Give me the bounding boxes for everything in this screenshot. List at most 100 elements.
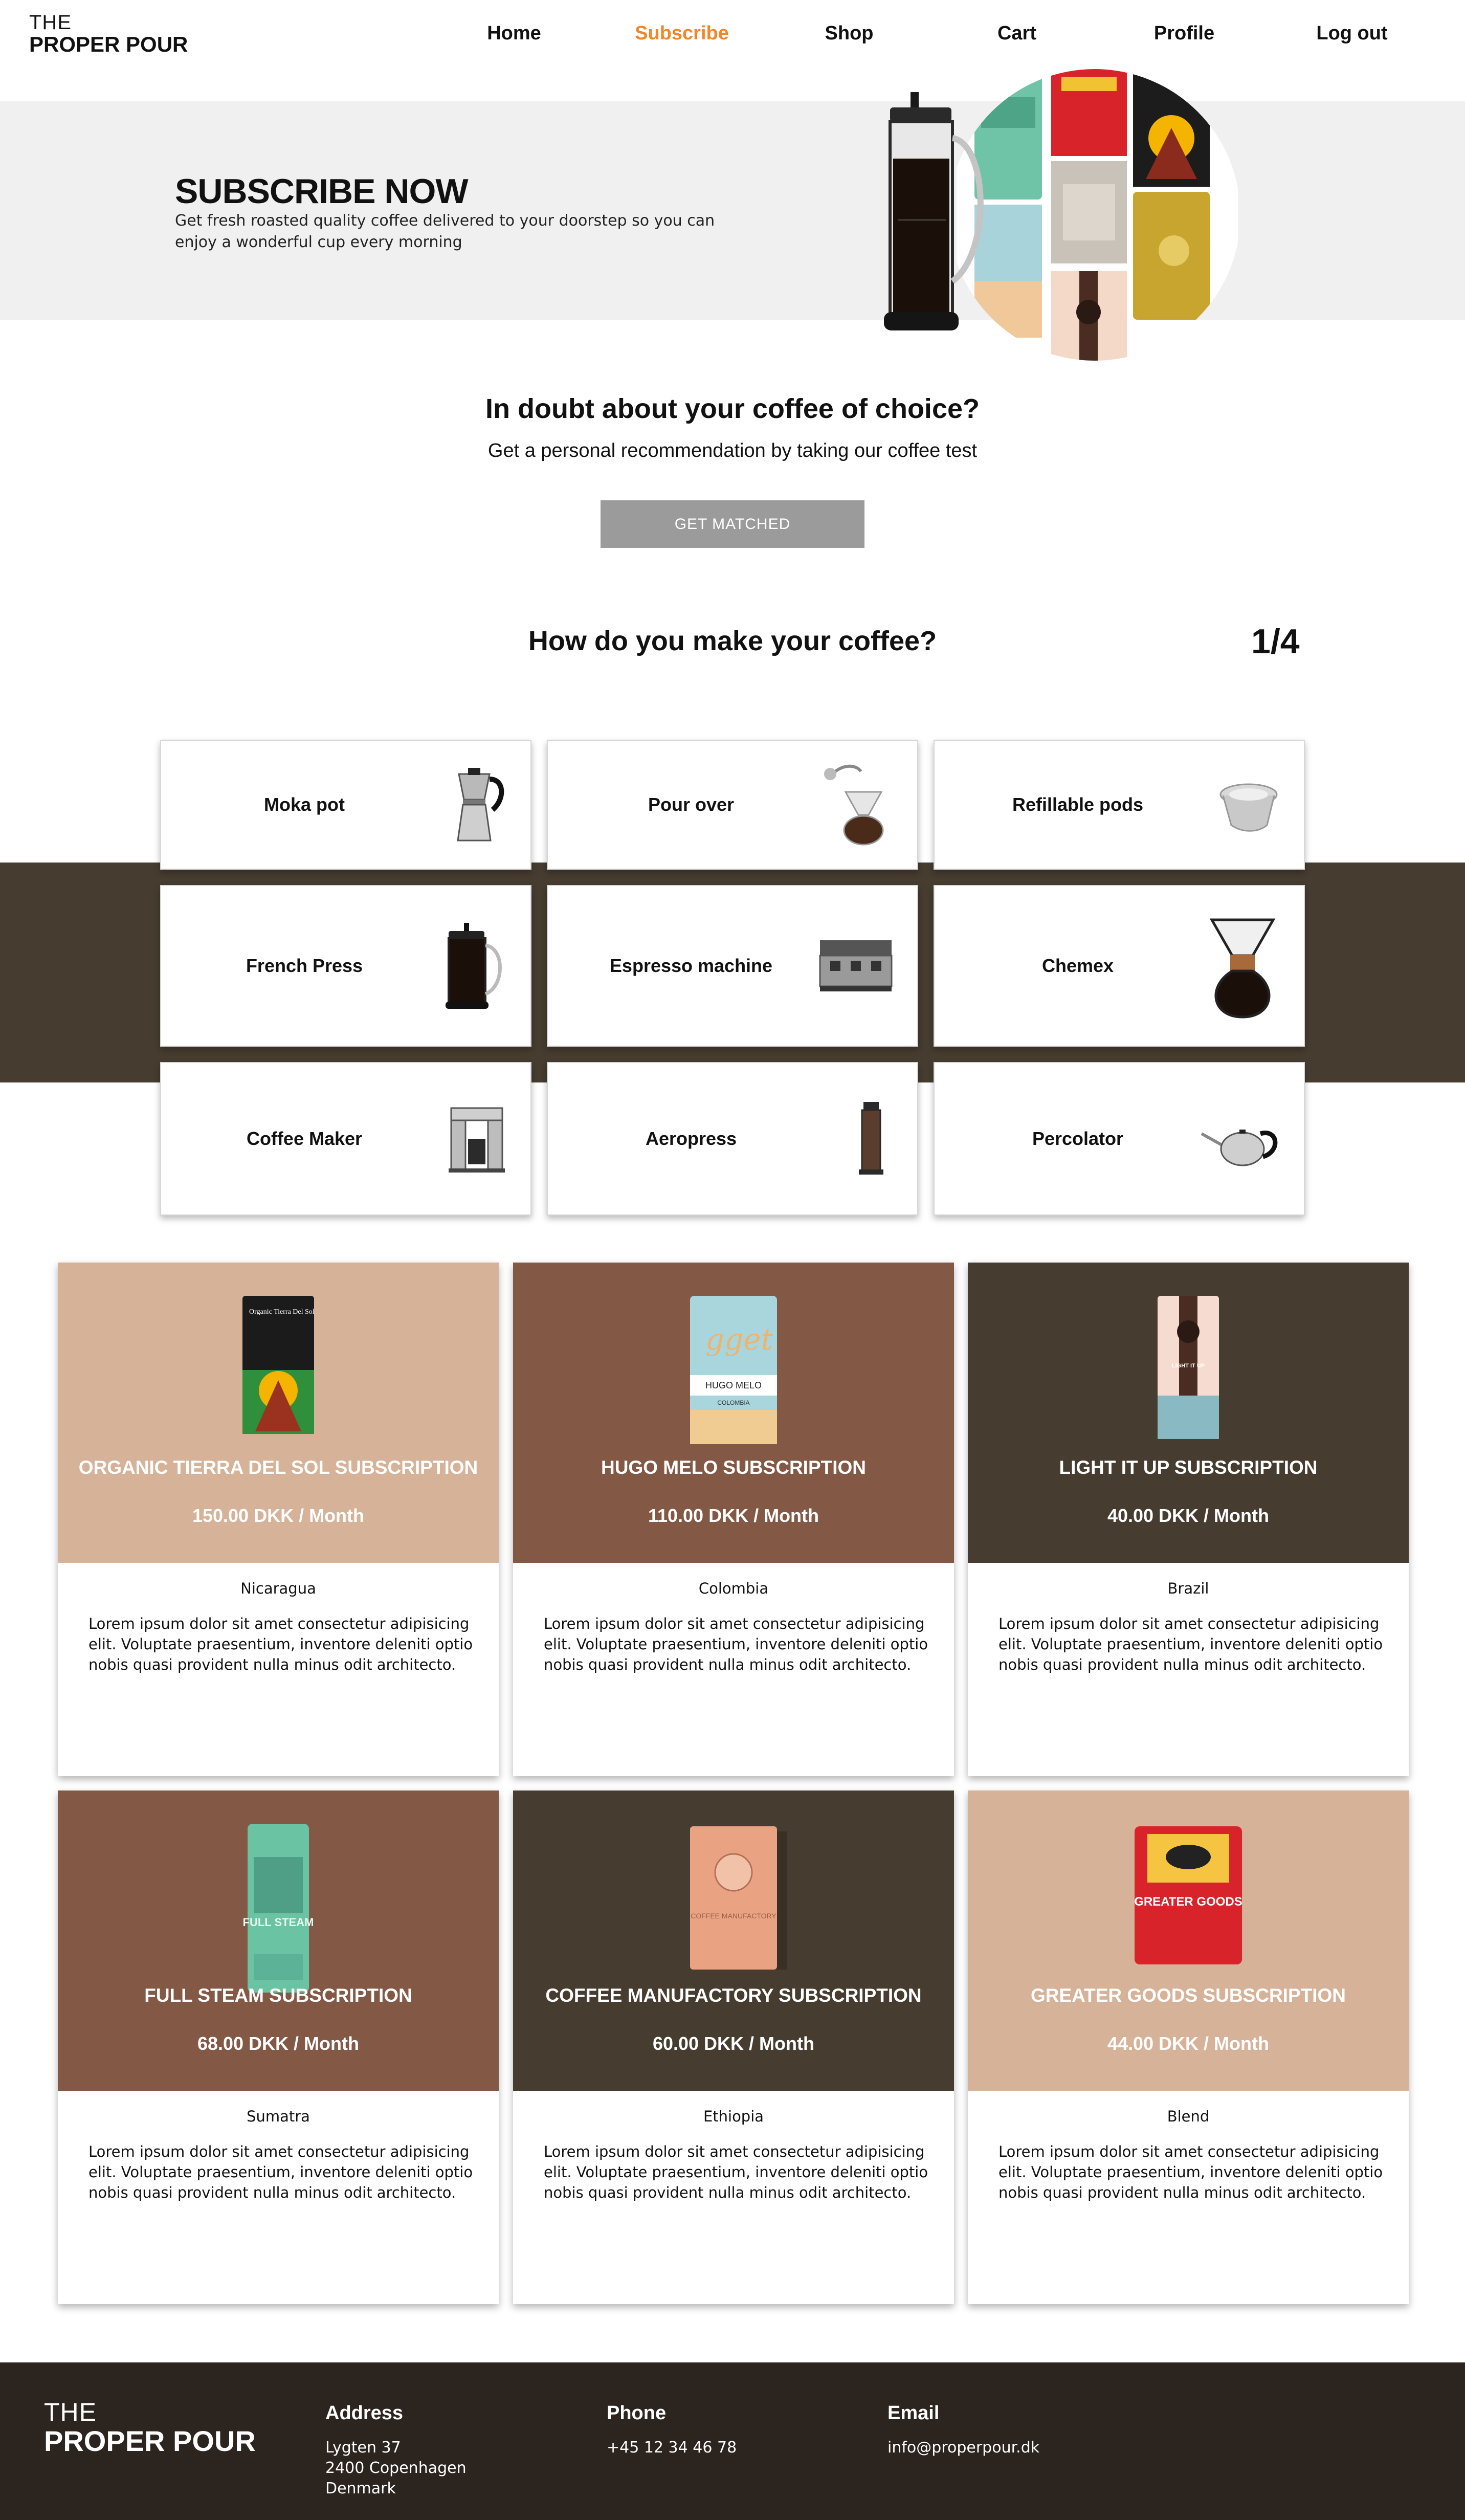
brand-line-1: THE <box>29 11 72 34</box>
card-origin: Ethiopia <box>703 2108 764 2125</box>
card-title: FULL STEAM SUBSCRIPTION <box>144 1985 412 2006</box>
card-price: 40.00 DKK / Month <box>1107 1505 1270 1526</box>
method-option-percolator[interactable]: Percolator <box>934 1062 1305 1215</box>
footer-phone: Phone +45 12 34 46 78 <box>607 2402 737 2458</box>
card-title: HUGO MELO SUBSCRIPTION <box>601 1457 867 1478</box>
nav-profile[interactable]: Profile <box>1154 23 1214 45</box>
card-header: Organic Tierra Del Sol ORGANIC TIERRA DE… <box>58 1263 499 1563</box>
product-image: FULL STEAM <box>242 1821 314 1997</box>
method-label: Chemex <box>1041 955 1114 976</box>
svg-text:COLOMBIA: COLOMBIA <box>717 1399 749 1406</box>
card-title: LIGHT IT UP SUBSCRIPTION <box>1059 1457 1318 1478</box>
subscription-card-full-steam[interactable]: FULL STEAM FULL STEAM SUBSCRIPTION 68.00… <box>58 1790 499 2304</box>
svg-text:FULL STEAM: FULL STEAM <box>243 1916 314 1929</box>
hero-subtitle: Get fresh roasted quality coffee deliver… <box>175 212 715 251</box>
method-option-chemex[interactable]: Chemex <box>934 885 1305 1047</box>
subscription-card-hugo-melo[interactable]: gget HUGO MELO COLOMBIA HUGO MELO SUBSCR… <box>513 1263 954 1776</box>
aeropress-icon <box>859 1102 883 1175</box>
nav-shop[interactable]: Shop <box>825 23 874 45</box>
card-description: Lorem ipsum dolor sit amet consectetur a… <box>998 2143 1383 2201</box>
method-option-aeropress[interactable]: Aeropress <box>547 1062 918 1215</box>
chemex-icon <box>1209 918 1276 1019</box>
card-origin: Sumatra <box>247 2108 310 2125</box>
brand-logo[interactable]: THE PROPER POUR <box>29 12 188 55</box>
tierra-del-sol-bag-icon: Organic Tierra Del Sol <box>242 1296 315 1434</box>
card-price: 60.00 DKK / Month <box>652 2033 815 2054</box>
card-header: COFFEE MANUFACTORY COFFEE MANUFACTORY SU… <box>513 1790 954 2091</box>
method-label: Aeropress <box>645 1128 737 1149</box>
question-step-counter: 1/4 <box>1251 622 1300 661</box>
pour-over-icon <box>824 764 884 846</box>
method-option-pour-over[interactable]: Pour over <box>547 740 918 870</box>
subscription-card-greater-goods[interactable]: GREATER GOODS GREATER GOODS SUBSCRIPTION… <box>968 1790 1409 2304</box>
full-steam-bag-thumb <box>974 72 1042 200</box>
card-description: Lorem ipsum dolor sit amet consectetur a… <box>88 2143 473 2201</box>
card-origin: Colombia <box>698 1580 769 1597</box>
footer-brand-line-1: THE <box>44 2398 97 2426</box>
svg-text:HUGO MELO: HUGO MELO <box>705 1380 762 1390</box>
card-price: 68.00 DKK / Month <box>197 2033 360 2054</box>
site-footer: THE PROPER POUR Address Lygten 37 2400 C… <box>0 2362 1465 2520</box>
footer-email: Email info@properpour.dk <box>887 2402 1039 2458</box>
footer-address-line: Denmark <box>325 2480 396 2497</box>
method-option-french-press[interactable]: French Press <box>160 885 531 1047</box>
footer-phone-heading: Phone <box>607 2402 667 2424</box>
hero-title: SUBSCRIBE NOW <box>175 172 469 211</box>
method-label: Refillable pods <box>1012 794 1144 815</box>
footer-brand-logo: THE PROPER POUR <box>44 2399 256 2456</box>
svg-text:COFFEE MANUFACTORY: COFFEE MANUFACTORY <box>691 1912 776 1920</box>
method-label: Pour over <box>648 794 735 815</box>
card-description: Lorem ipsum dolor sit amet consectetur a… <box>544 1615 928 1673</box>
card-header: LIGHT IT UP LIGHT IT UP SUBSCRIPTION 40.… <box>968 1263 1409 1563</box>
product-image: LIGHT IT UP <box>1152 1293 1224 1444</box>
method-option-espresso-machine[interactable]: Espresso machine <box>547 885 918 1047</box>
card-title: GREATER GOODS SUBSCRIPTION <box>1030 1985 1346 2006</box>
card-description: Lorem ipsum dolor sit amet consectetur a… <box>998 1615 1383 1673</box>
product-image: COFFEE MANUFACTORY <box>675 1821 792 1977</box>
method-label: Espresso machine <box>609 955 773 976</box>
espresso-machine-icon <box>819 940 893 991</box>
doubt-title: In doubt about your coffee of choice? <box>485 393 980 424</box>
footer-email-link[interactable]: info@properpour.dk <box>887 2439 1039 2457</box>
card-price: 44.00 DKK / Month <box>1107 2033 1270 2054</box>
subscription-card-light-it-up[interactable]: LIGHT IT UP LIGHT IT UP SUBSCRIPTION 40.… <box>968 1263 1409 1776</box>
subscription-card-tierra-del-sol[interactable]: Organic Tierra Del Sol ORGANIC TIERRA DE… <box>58 1263 499 1776</box>
product-image: Organic Tierra Del Sol <box>240 1293 317 1439</box>
hugo-melo-bag-icon: gget HUGO MELO COLOMBIA <box>690 1296 777 1444</box>
nav-subscribe[interactable]: Subscribe <box>635 23 729 45</box>
question-title: How do you make your coffee? <box>528 626 937 656</box>
footer-address: Address Lygten 37 2400 Copenhagen Denmar… <box>325 2402 467 2499</box>
product-image: gget HUGO MELO COLOMBIA <box>685 1293 782 1449</box>
nav-home[interactable]: Home <box>487 23 541 45</box>
method-label: Percolator <box>1032 1128 1124 1149</box>
french-press-icon <box>446 923 502 1009</box>
method-label: Moka pot <box>264 794 345 815</box>
card-header: FULL STEAM FULL STEAM SUBSCRIPTION 68.00… <box>58 1790 499 2091</box>
coffee-manufactory-bag-icon: COFFEE MANUFACTORY <box>690 1826 787 1970</box>
footer-phone-link[interactable]: +45 12 34 46 78 <box>607 2439 737 2457</box>
hero-coffee-collage <box>884 69 1238 361</box>
method-option-refillable-pods[interactable]: Refillable pods <box>934 740 1305 870</box>
card-header: GREATER GOODS GREATER GOODS SUBSCRIPTION… <box>968 1790 1409 2091</box>
svg-text:GREATER GOODS: GREATER GOODS <box>1134 1895 1242 1909</box>
svg-text:LIGHT IT UP: LIGHT IT UP <box>1172 1363 1205 1369</box>
subscription-card-coffee-manufactory[interactable]: COFFEE MANUFACTORY COFFEE MANUFACTORY SU… <box>513 1790 954 2304</box>
get-matched-button[interactable]: GET MATCHED <box>601 500 864 548</box>
product-image: GREATER GOODS <box>1129 1821 1247 1972</box>
doubt-subtitle: Get a personal recommendation by taking … <box>487 440 978 461</box>
card-origin: Nicaragua <box>240 1580 316 1597</box>
card-price: 150.00 DKK / Month <box>192 1505 365 1526</box>
pod-icon <box>1219 783 1278 832</box>
nav-cart[interactable]: Cart <box>997 23 1036 45</box>
card-header: gget HUGO MELO COLOMBIA HUGO MELO SUBSCR… <box>513 1263 954 1563</box>
footer-address-line: Lygten 37 <box>325 2439 401 2457</box>
nav-logout[interactable]: Log out <box>1316 23 1387 45</box>
footer-address-heading: Address <box>325 2402 404 2424</box>
card-origin: Brazil <box>1167 1580 1209 1597</box>
brand-line-2: PROPER POUR <box>29 32 188 56</box>
method-option-coffee-maker[interactable]: Coffee Maker <box>160 1062 531 1215</box>
card-description: Lorem ipsum dolor sit amet consectetur a… <box>88 1615 473 1673</box>
method-option-moka-pot[interactable]: Moka pot <box>160 740 531 870</box>
card-title: COFFEE MANUFACTORY SUBSCRIPTION <box>545 1985 922 2006</box>
full-steam-bag-icon: FULL STEAM <box>243 1824 314 1993</box>
